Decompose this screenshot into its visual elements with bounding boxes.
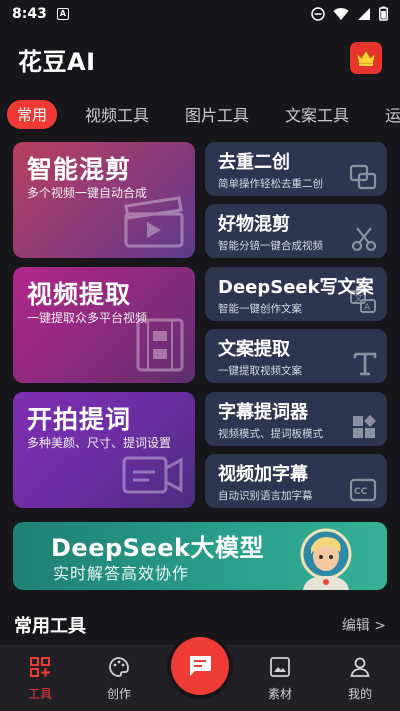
copy-icon	[349, 164, 377, 190]
card-subtitle: 智能分镜一键合成视频	[218, 240, 323, 252]
vip-button[interactable]	[350, 42, 382, 74]
card-title: 去重二创	[218, 152, 290, 173]
battery-icon	[379, 6, 388, 21]
status-icons	[311, 6, 388, 21]
product-mix-card[interactable]: 好物混剪 智能分镜一键合成视频	[205, 204, 387, 258]
wifi-icon	[333, 7, 349, 20]
svg-text:文: 文	[354, 292, 363, 304]
notification-icon: A	[56, 8, 69, 20]
translate-icon: 文 A	[350, 290, 376, 313]
grid-add-icon	[30, 657, 50, 677]
nav-materials[interactable]: 素材	[250, 656, 310, 702]
tab-video-tools[interactable]: 视频工具	[77, 98, 157, 130]
card-subtitle: 视频模式、提词板模式	[218, 428, 323, 440]
nav-create[interactable]: 创作	[89, 656, 149, 702]
closed-caption-icon: CC	[349, 478, 377, 502]
tab-more[interactable]: 运	[377, 98, 400, 130]
tab-image-tools[interactable]: 图片工具	[177, 98, 257, 130]
widgets-icon	[353, 415, 376, 438]
banner-subtitle: 实时解答高效协作	[53, 564, 190, 583]
card-title: 好物混剪	[218, 214, 290, 235]
add-subtitles-card[interactable]: 视频加字幕 自动识别语言加字幕 CC	[205, 454, 387, 508]
subtitle-prompter-card[interactable]: 字幕提词器 视频模式、提词板模式	[205, 392, 387, 446]
card-title: 视频提取	[27, 280, 132, 309]
nav-mine[interactable]: 我的	[330, 656, 390, 702]
status-bar: 8:43 A	[0, 0, 400, 28]
dedup-remix-card[interactable]: 去重二创 简单操作轻松去重二创	[205, 142, 387, 196]
card-title: 文案提取	[218, 339, 290, 360]
palette-icon	[109, 657, 129, 677]
video-camera-icon	[122, 456, 183, 494]
edit-link[interactable]: 编辑 >	[342, 615, 386, 635]
nav-label: 素材	[267, 687, 292, 701]
text-extract-card[interactable]: 文案提取 一键提取视频文案	[205, 329, 387, 383]
card-subtitle: 简单操作轻松去重二创	[218, 178, 323, 190]
clapperboard-icon	[124, 196, 184, 248]
nav-label: 创作	[106, 687, 131, 701]
app-title: 花豆AI	[18, 48, 96, 76]
svg-text:CC: CC	[354, 487, 368, 497]
card-title: 视频加字幕	[218, 464, 308, 485]
card-title: 智能混剪	[27, 155, 132, 184]
person-icon	[350, 657, 370, 677]
astronaut-illustration	[300, 528, 352, 590]
scissors-icon	[351, 227, 377, 252]
tab-copywriting-tools[interactable]: 文案工具	[277, 98, 357, 130]
svg-text:A: A	[364, 303, 371, 313]
status-time: 8:43	[12, 6, 47, 22]
chat-message-icon	[190, 656, 211, 676]
card-subtitle: 智能一键创作文案	[218, 303, 302, 315]
nav-tools[interactable]: 工具	[10, 656, 70, 702]
card-subtitle: 自动识别语言加字幕	[218, 490, 313, 502]
app-header: 花豆AI	[0, 40, 400, 80]
image-icon	[270, 657, 290, 677]
dnd-icon	[311, 6, 325, 21]
card-subtitle: 一键提取视频文案	[218, 365, 302, 377]
card-subtitle: 一键提取众多平台视频	[27, 311, 148, 325]
nav-label: 工具	[27, 687, 52, 701]
card-title: 开拍提词	[27, 405, 132, 434]
smart-mix-card[interactable]: 智能混剪 多个视频一键自动合成	[13, 142, 195, 258]
deepseek-copywriting-card[interactable]: DeepSeek写文案 智能一键创作文案 文 A	[205, 267, 387, 321]
tab-common[interactable]: 常用	[7, 99, 58, 129]
video-extract-card[interactable]: 视频提取 一键提取众多平台视频	[13, 267, 195, 383]
category-tabs: 常用 视频工具 图片工具 文案工具 运	[0, 98, 400, 130]
crown-icon	[356, 50, 376, 66]
banner-title: DeepSeek大模型	[51, 534, 264, 562]
common-tools-title: 常用工具	[14, 616, 86, 637]
teleprompter-card[interactable]: 开拍提词 多种美颜、尺寸、提词设置	[13, 392, 195, 508]
chat-fab-button[interactable]	[171, 637, 229, 695]
deepseek-banner[interactable]: DeepSeek大模型 实时解答高效协作	[13, 522, 387, 590]
card-subtitle: 多种美颜、尺寸、提词设置	[27, 436, 172, 450]
film-strip-icon	[136, 318, 184, 372]
signal-icon	[358, 7, 370, 20]
nav-label: 我的	[347, 687, 372, 701]
text-t-icon	[353, 352, 377, 376]
card-title: 字幕提词器	[218, 402, 308, 423]
